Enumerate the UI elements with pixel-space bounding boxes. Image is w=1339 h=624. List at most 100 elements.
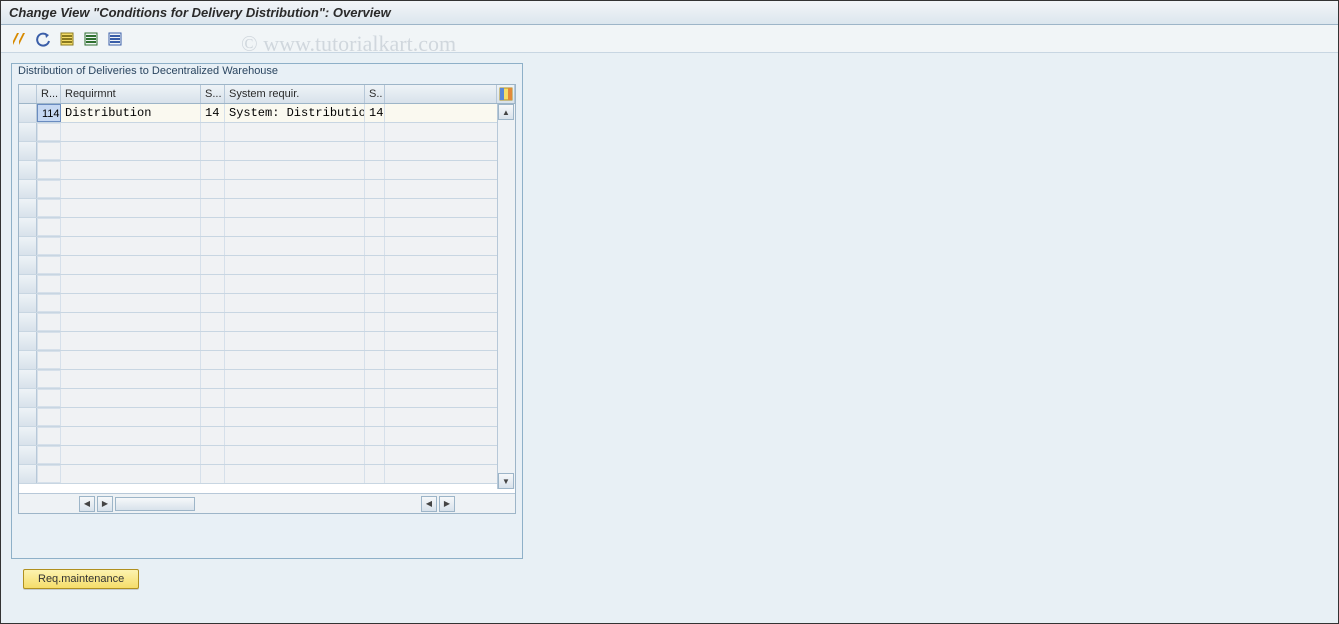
cell-r: [37, 389, 61, 407]
table-header: R... Requirmnt S... System requir. S..: [19, 85, 515, 104]
col-header-r[interactable]: R...: [37, 85, 61, 103]
cell-r[interactable]: 114: [37, 104, 61, 122]
cell-s2: [365, 332, 385, 350]
scroll-right2-icon[interactable]: ▶: [439, 496, 455, 512]
cell-s2: 14: [365, 104, 385, 122]
row-selector[interactable]: [19, 275, 37, 293]
cell-s: [201, 313, 225, 331]
table-config-icon: [499, 87, 513, 101]
cell-spacer: [385, 446, 515, 464]
row-selector[interactable]: [19, 465, 37, 483]
cell-s2: [365, 389, 385, 407]
cell-requirmnt: [61, 199, 201, 217]
cell-spacer: [385, 351, 515, 369]
row-selector[interactable]: [19, 446, 37, 464]
cell-spacer: [385, 161, 515, 179]
cell-requirmnt: [61, 446, 201, 464]
row-selector-header[interactable]: [19, 85, 37, 103]
horizontal-scrollbar[interactable]: ◀ ▶ ◀ ▶: [19, 493, 515, 513]
cell-requirmnt: [61, 313, 201, 331]
cell-s: [201, 199, 225, 217]
cell-spacer: [385, 313, 515, 331]
select-all-icon[interactable]: [57, 29, 77, 49]
cell-s2: [365, 142, 385, 160]
cell-s2: [365, 275, 385, 293]
cell-spacer: [385, 389, 515, 407]
cell-system-requir: [225, 427, 365, 445]
app-toolbar: [1, 25, 1338, 53]
cell-spacer: [385, 294, 515, 312]
table-row: [19, 427, 515, 446]
cell-spacer: [385, 465, 515, 483]
scroll-left-icon[interactable]: ◀: [79, 496, 95, 512]
row-selector[interactable]: [19, 427, 37, 445]
row-selector[interactable]: [19, 180, 37, 198]
table-row: [19, 218, 515, 237]
vscroll-track[interactable]: [498, 120, 515, 473]
new-entries-icon[interactable]: [81, 29, 101, 49]
cell-s: [201, 161, 225, 179]
undo-changes-icon[interactable]: [33, 29, 53, 49]
cell-system-requir: [225, 332, 365, 350]
row-selector[interactable]: [19, 161, 37, 179]
cell-r: [37, 294, 61, 312]
hscroll-thumb[interactable]: [115, 497, 195, 511]
cell-spacer: [385, 237, 515, 255]
col-header-requirmnt[interactable]: Requirmnt: [61, 85, 201, 103]
cell-r: [37, 446, 61, 464]
cell-requirmnt: [61, 465, 201, 483]
scroll-down-icon[interactable]: ▼: [498, 473, 514, 489]
cell-system-requir: [225, 142, 365, 160]
cell-requirmnt: [61, 294, 201, 312]
cell-s: [201, 237, 225, 255]
col-header-system-requir[interactable]: System requir.: [225, 85, 365, 103]
row-selector[interactable]: [19, 313, 37, 331]
scroll-up-icon[interactable]: ▲: [498, 104, 514, 120]
table-row: [19, 332, 515, 351]
cell-r: [37, 218, 61, 236]
cell-s2: [365, 256, 385, 274]
row-selector[interactable]: [19, 332, 37, 350]
col-header-s2[interactable]: S..: [365, 85, 385, 103]
delete-icon[interactable]: [105, 29, 125, 49]
cell-system-requir: [225, 161, 365, 179]
row-selector[interactable]: [19, 142, 37, 160]
cell-system-requir: [225, 389, 365, 407]
cell-system-requir: [225, 313, 365, 331]
cell-s: [201, 389, 225, 407]
req-maintenance-button[interactable]: Req.maintenance: [23, 569, 139, 589]
vertical-scrollbar[interactable]: ▲ ▼: [497, 104, 515, 489]
cell-s: [201, 370, 225, 388]
cell-spacer: [385, 427, 515, 445]
row-selector[interactable]: [19, 256, 37, 274]
row-selector[interactable]: [19, 218, 37, 236]
cell-requirmnt: [61, 161, 201, 179]
cell-spacer: [385, 408, 515, 426]
row-selector[interactable]: [19, 389, 37, 407]
scroll-left2-icon[interactable]: ◀: [421, 496, 437, 512]
scroll-right-icon[interactable]: ▶: [97, 496, 113, 512]
row-selector[interactable]: [19, 199, 37, 217]
table-config-button[interactable]: [497, 85, 515, 103]
cell-requirmnt: [61, 427, 201, 445]
cell-spacer: [385, 180, 515, 198]
table-row[interactable]: 114Distribution14System: Distribution14: [19, 104, 515, 123]
table-row: [19, 465, 515, 484]
cell-requirmnt: [61, 123, 201, 141]
row-selector[interactable]: [19, 237, 37, 255]
col-header-spacer: [385, 85, 497, 103]
table-row: [19, 313, 515, 332]
cell-system-requir: [225, 294, 365, 312]
row-selector[interactable]: [19, 294, 37, 312]
cell-s2: [365, 218, 385, 236]
row-selector[interactable]: [19, 370, 37, 388]
other-view-icon[interactable]: [9, 29, 29, 49]
cell-s: [201, 351, 225, 369]
cell-spacer: [385, 332, 515, 350]
row-selector[interactable]: [19, 351, 37, 369]
cell-spacer: [385, 256, 515, 274]
row-selector[interactable]: [19, 123, 37, 141]
row-selector[interactable]: [19, 104, 37, 122]
col-header-s[interactable]: S...: [201, 85, 225, 103]
row-selector[interactable]: [19, 408, 37, 426]
